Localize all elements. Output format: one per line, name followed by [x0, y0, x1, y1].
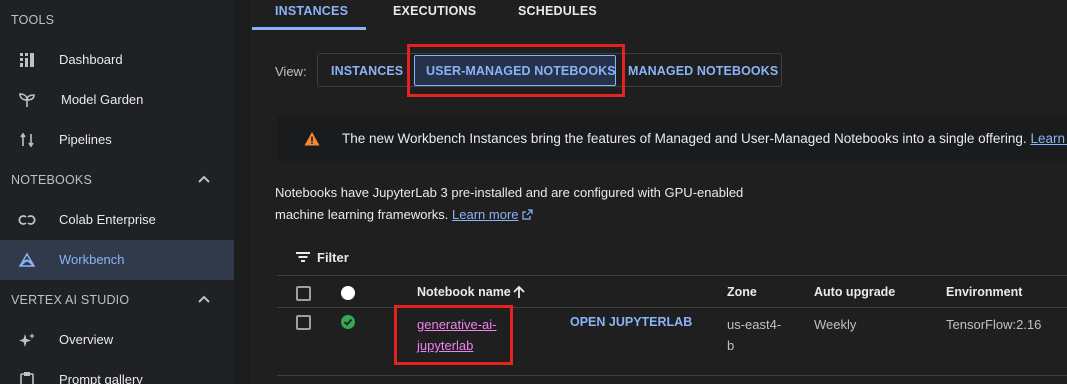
status-column-icon — [341, 286, 355, 300]
sidebar-item-label: Dashboard — [59, 52, 123, 67]
chevron-up-icon — [198, 175, 210, 183]
section-tools: TOOLS — [0, 0, 234, 40]
dashboard-icon — [20, 53, 34, 67]
chevron-up-icon — [198, 295, 210, 303]
select-all-checkbox[interactable] — [296, 286, 311, 301]
sidebar-item-prompt-gallery[interactable]: Prompt gallery — [0, 360, 234, 384]
description-learn-more-link[interactable]: Learn more — [452, 207, 518, 222]
sidebar-item-label: Colab Enterprise — [59, 212, 156, 227]
section-notebooks[interactable]: NOTEBOOKS — [0, 160, 234, 200]
warning-icon — [304, 132, 320, 146]
filter-label: Filter — [317, 250, 349, 265]
banner-text: The new Workbench Instances bring the fe… — [342, 131, 1067, 146]
environment-cell: TensorFlow:2.16 — [946, 317, 1042, 332]
sidebar-item-workbench[interactable]: Workbench — [0, 240, 234, 280]
sidebar-item-model-garden[interactable]: Model Garden — [0, 80, 234, 120]
banner-message: The new Workbench Instances bring the fe… — [342, 131, 1027, 146]
view-managed-button[interactable]: MANAGED NOTEBOOKS — [628, 64, 778, 78]
zone-line1: us-east4- — [727, 317, 782, 332]
filter-icon — [296, 252, 310, 262]
colab-icon — [18, 215, 36, 225]
sidebar-item-label: Prompt gallery — [59, 372, 143, 384]
view-instances-button[interactable]: INSTANCES — [331, 64, 403, 78]
section-vertex-ai-studio[interactable]: VERTEX AI STUDIO — [0, 280, 234, 320]
section-notebooks-label: NOTEBOOKS — [11, 173, 92, 187]
sidebar-item-pipelines[interactable]: Pipelines — [0, 120, 234, 160]
filter-bar[interactable]: Filter — [277, 238, 1067, 276]
tab-executions[interactable]: EXECUTIONS — [393, 4, 476, 18]
auto-upgrade-cell: Weekly — [814, 317, 857, 332]
sidebar-item-colab-enterprise[interactable]: Colab Enterprise — [0, 200, 234, 240]
highlight-box-notebook — [394, 305, 513, 365]
pipelines-icon — [20, 132, 34, 148]
description: Notebooks have JupyterLab 3 pre-installe… — [275, 182, 775, 226]
sidebar-item-label: Pipelines — [59, 132, 112, 147]
sidebar-item-dashboard[interactable]: Dashboard — [0, 40, 234, 80]
header-notebook-name[interactable]: Notebook name — [417, 285, 511, 299]
sparkle-icon — [19, 333, 35, 347]
sidebar-item-label: Model Garden — [61, 92, 144, 107]
sidebar-item-label: Workbench — [59, 252, 125, 267]
tab-bar: INSTANCES EXECUTIONS SCHEDULES — [250, 0, 1067, 30]
info-banner: The new Workbench Instances bring the fe… — [277, 117, 1067, 161]
row-checkbox[interactable] — [296, 315, 311, 330]
zone-line2: b — [727, 338, 735, 353]
view-label: View: — [275, 64, 307, 79]
table-header: Notebook name Zone Auto upgrade Environm… — [277, 278, 1067, 308]
header-auto-upgrade[interactable]: Auto upgrade — [814, 285, 895, 299]
banner-learn-more-link[interactable]: Learn more — [1030, 131, 1067, 146]
header-zone[interactable]: Zone — [727, 285, 757, 299]
panel-divider[interactable] — [234, 0, 250, 384]
open-jupyterlab-button[interactable]: OPEN JUPYTERLAB — [570, 315, 692, 329]
tab-schedules[interactable]: SCHEDULES — [518, 4, 597, 18]
highlight-box-view — [407, 44, 625, 97]
header-environment[interactable]: Environment — [946, 285, 1022, 299]
description-line1: Notebooks have JupyterLab 3 pre-installe… — [275, 185, 744, 200]
sidebar-item-overview[interactable]: Overview — [0, 320, 234, 360]
status-ok-icon — [341, 315, 355, 329]
tab-instances[interactable]: INSTANCES — [275, 4, 348, 18]
active-tab-indicator — [252, 27, 366, 30]
zone-cell: us-east4- b — [727, 314, 781, 356]
gallery-icon — [20, 372, 34, 384]
section-vertex-label: VERTEX AI STUDIO — [11, 293, 130, 307]
sprout-icon — [19, 93, 35, 107]
section-tools-label: TOOLS — [11, 13, 55, 27]
sidebar-item-label: Overview — [59, 332, 114, 347]
description-line2: machine learning frameworks. Learn more — [275, 204, 775, 226]
external-link-icon — [521, 209, 533, 220]
main-content: INSTANCES EXECUTIONS SCHEDULES View: INS… — [250, 0, 1067, 384]
sidebar: TOOLS Dashboard Model Garden Pipelines N… — [0, 0, 234, 384]
workbench-icon — [18, 252, 36, 267]
description-line2-text: machine learning frameworks. — [275, 207, 449, 222]
sort-ascending-icon[interactable] — [512, 285, 526, 299]
